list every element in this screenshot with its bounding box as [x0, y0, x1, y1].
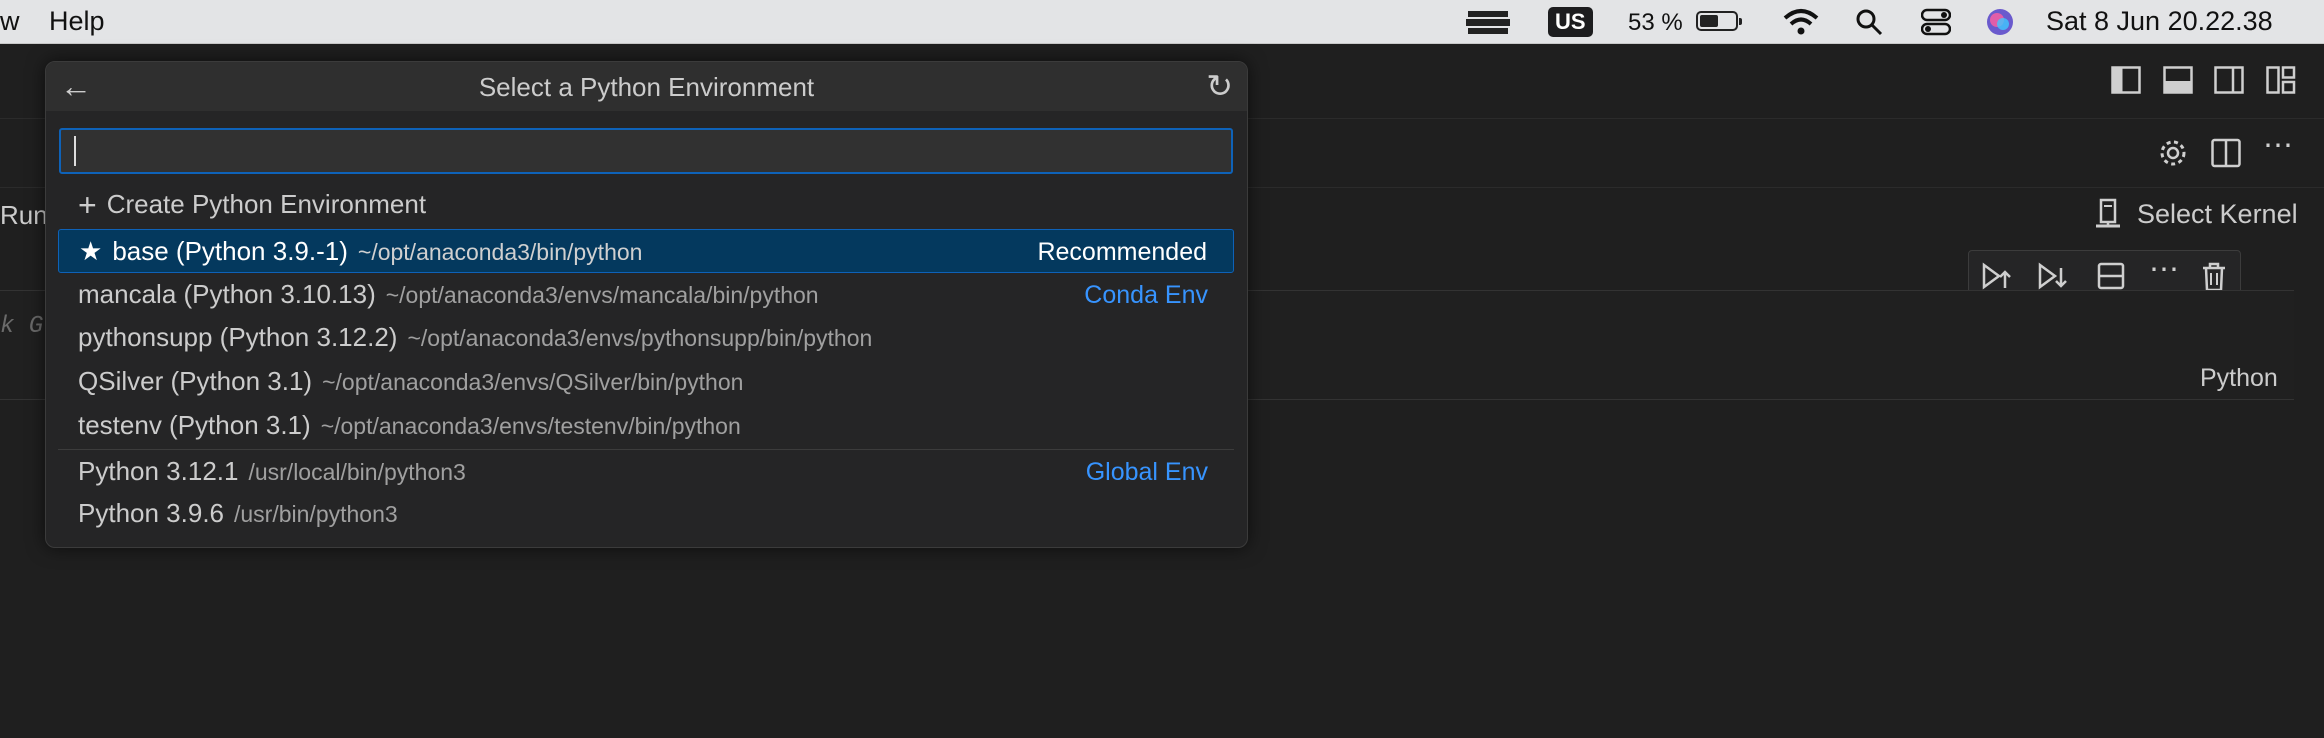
menu-clock[interactable]: Sat 8 Jun 20.22.38 — [2046, 6, 2273, 37]
environment-name: testenv (Python 3.1) — [78, 410, 311, 440]
environment-path: ~/opt/anaconda3/envs/testenv/bin/python — [320, 413, 741, 439]
battery-icon[interactable] — [1696, 11, 1742, 31]
environment-path: /usr/bin/python3 — [234, 501, 398, 527]
select-kernel-label: Select Kernel — [2137, 198, 2298, 229]
environment-item-qsilver[interactable]: QSilver (Python 3.1) ~/opt/anaconda3/envs… — [58, 360, 1234, 404]
environment-path: ~/opt/anaconda3/bin/python — [357, 239, 643, 265]
environment-item-python-3-9-6[interactable]: Python 3.9.6/usr/bin/python3 — [58, 492, 1234, 536]
picker-title: Select a Python Environment — [478, 72, 815, 102]
input-source-label: US — [1548, 6, 1593, 37]
toggle-secondary-sidebar-icon[interactable] — [2214, 66, 2244, 100]
create-environment-label: Create Python Environment — [106, 189, 427, 219]
environment-item-pythonsupp[interactable]: pythonsupp (Python 3.12.2) ~/opt/anaconda… — [58, 316, 1234, 360]
control-center-icon[interactable] — [1921, 0, 1951, 43]
refresh-icon[interactable]: ↻ — [1206, 67, 1233, 105]
menu-bar: w Help US 53 % Sat 8 Jun 20.22.38 — [0, 0, 2324, 44]
conda-env-group-label: Conda Env — [1084, 281, 1208, 309]
recommended-tag: Recommended — [1037, 238, 1207, 266]
customize-layout-icon[interactable] — [2266, 66, 2296, 100]
split-editor-icon[interactable] — [2211, 138, 2241, 174]
cell-language-label[interactable]: Python — [2200, 364, 2278, 393]
run-all-label[interactable]: Run — [0, 200, 48, 231]
create-environment-item[interactable]: + Create Python Environment — [78, 186, 427, 223]
picker-search-input[interactable] — [59, 128, 1233, 174]
wifi-icon[interactable] — [1783, 0, 1819, 43]
cell-more-actions-icon[interactable]: ⋯ — [2149, 255, 2179, 285]
picker-header: ← Select a Python Environment ↻ — [46, 62, 1247, 111]
environment-path: ~/opt/anaconda3/envs/pythonsupp/bin/pyth… — [407, 325, 873, 351]
environment-name: base (Python 3.9.-1) — [112, 236, 348, 266]
siri-icon[interactable] — [1985, 0, 2015, 43]
gear-icon[interactable] — [2158, 138, 2188, 174]
plus-icon: + — [78, 186, 97, 223]
text-cursor — [74, 136, 76, 166]
input-source-indicator[interactable]: US — [1548, 0, 1593, 43]
menu-item-help[interactable]: Help — [49, 6, 105, 37]
python-environment-picker: ← Select a Python Environment ↻ + Create… — [45, 61, 1248, 548]
environment-path: /usr/local/bin/python3 — [248, 459, 466, 485]
environment-item-testenv[interactable]: testenv (Python 3.1) ~/opt/anaconda3/envs… — [58, 404, 1234, 448]
global-env-group-label: Global Env — [1085, 458, 1208, 486]
environment-item-mancala[interactable]: mancala (Python 3.10.13) ~/opt/anaconda3/… — [58, 273, 1234, 317]
environment-name: mancala (Python 3.10.13) — [78, 279, 376, 309]
spotlight-search-icon[interactable] — [1855, 0, 1883, 43]
menu-item-partial[interactable]: w — [0, 6, 20, 37]
toggle-primary-sidebar-icon[interactable] — [2111, 66, 2141, 100]
battery-nub — [1739, 18, 1742, 25]
select-kernel-button[interactable]: Select Kernel — [2093, 198, 2298, 230]
environment-name: Python 3.9.6 — [78, 498, 224, 528]
environment-item-base[interactable]: ★ base (Python 3.9.-1) ~/opt/anaconda3/bin… — [58, 229, 1234, 273]
stage-manager-icon[interactable] — [1466, 0, 1510, 43]
server-icon — [2096, 198, 2120, 228]
environment-name: QSilver (Python 3.1) — [78, 366, 313, 396]
environment-path: ~/opt/anaconda3/envs/QSilver/bin/python — [322, 369, 744, 395]
environment-name: pythonsupp (Python 3.12.2) — [78, 322, 398, 352]
environment-name: Python 3.12.1 — [78, 456, 239, 486]
battery-percent: 53 % — [1628, 9, 1683, 36]
cell-code-text[interactable]: k G — [0, 313, 43, 340]
star-icon: ★ — [79, 236, 103, 266]
environment-path: ~/opt/anaconda3/envs/mancala/bin/python — [385, 282, 819, 308]
battery-fill — [1700, 15, 1718, 27]
toggle-panel-icon[interactable] — [2163, 66, 2193, 100]
environment-item-python-3-12-1[interactable]: Python 3.12.1/usr/local/bin/python3 Glob… — [58, 450, 1234, 494]
more-actions-icon[interactable]: ⋯ — [2263, 131, 2293, 161]
